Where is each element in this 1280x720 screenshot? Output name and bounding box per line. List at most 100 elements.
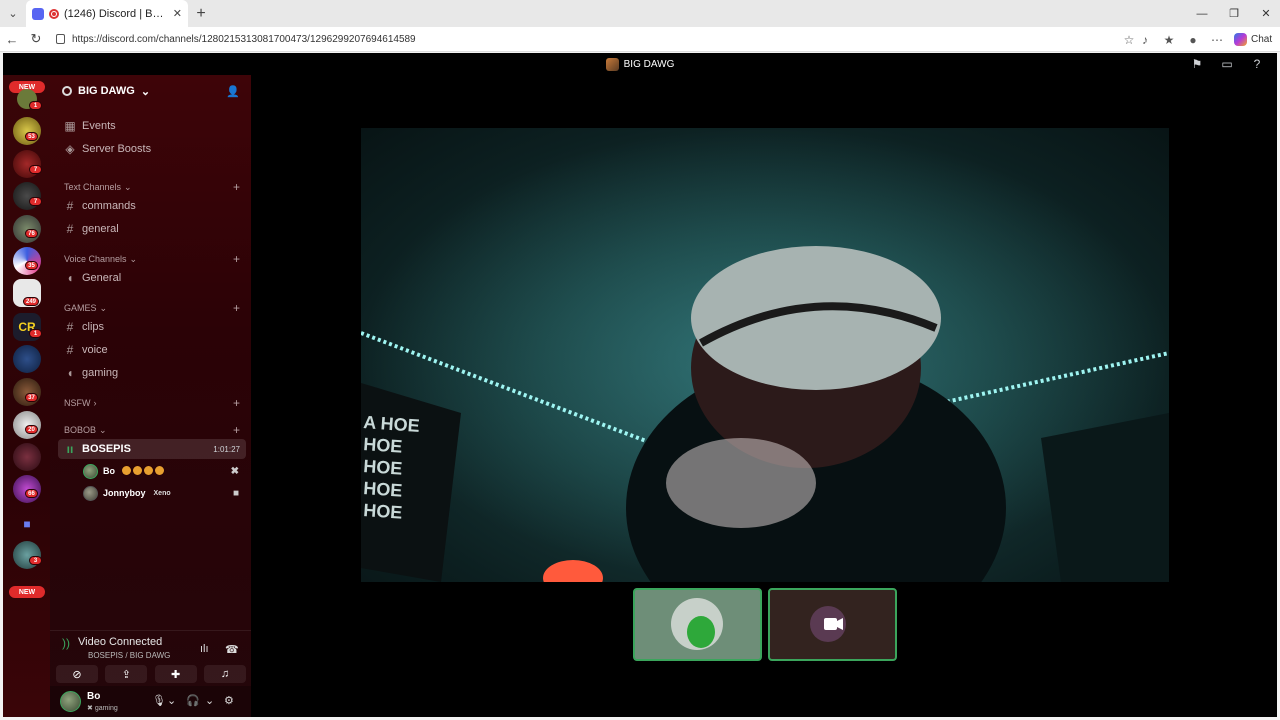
nav-label: Events: [82, 120, 116, 132]
activities-button[interactable]: ✚: [154, 665, 197, 683]
settings-gear-icon[interactable]: ⚙: [224, 694, 234, 707]
nav-server-boosts[interactable]: ◈ Server Boosts: [58, 139, 246, 159]
server-badge: 1: [29, 329, 42, 338]
server-badge: 1: [29, 101, 42, 110]
chevron-down-icon: ⌄: [99, 302, 108, 313]
reload-button[interactable]: ↻: [24, 27, 48, 52]
avatar: [83, 463, 98, 479]
close-tab-icon[interactable]: ✕: [173, 7, 182, 20]
server-name: BIG DAWG: [78, 85, 135, 97]
channel-voice[interactable]: # voice: [58, 340, 246, 360]
avatar[interactable]: [60, 691, 81, 712]
read-aloud-icon[interactable]: ♪: [1134, 27, 1156, 52]
video-stage: A HOE HOE HOE HOE HOE: [251, 75, 1277, 717]
flag-icon[interactable]: ⚑: [1189, 57, 1205, 71]
channel-label: general: [82, 223, 119, 235]
svg-text:HOE: HOE: [363, 500, 403, 523]
copilot-chat-button[interactable]: Chat: [1234, 27, 1272, 52]
chat-label: Chat: [1251, 34, 1273, 45]
avatar: [83, 485, 98, 501]
url-text: https://discord.com/channels/12802153130…: [72, 34, 416, 45]
chevron-down-icon[interactable]: ⌄: [167, 694, 176, 707]
user-panel: Bo ✖ gaming 🎙 ⌄ 🎧 ⌄ ⚙: [50, 686, 251, 717]
recording-icon: [49, 8, 59, 19]
microphone-icon[interactable]: 🎙: [152, 694, 166, 707]
screen-share-button[interactable]: ⇪: [105, 665, 148, 683]
server-header[interactable]: BIG DAWG ⌄: [50, 75, 251, 107]
category-voice-channels[interactable]: Voice Channels ⌄ +: [64, 252, 244, 266]
favorites-icon[interactable]: ★: [1158, 27, 1180, 52]
voice-connection-panel: )) Video Connected BOSEPIS / BIG DAWG ıl…: [50, 630, 251, 686]
add-channel-icon[interactable]: +: [233, 252, 240, 266]
inbox-icon[interactable]: ▭: [1219, 57, 1235, 71]
participant-tile[interactable]: [768, 588, 897, 661]
voice-actions: ⊘ ⇪ ✚ ♫: [56, 665, 246, 683]
voice-user[interactable]: Bo ✖: [83, 461, 245, 481]
soundboard-button[interactable]: ♫: [203, 665, 246, 683]
server-badge: 3: [29, 556, 42, 565]
disconnect-icon[interactable]: ☎: [225, 643, 239, 656]
voice-location[interactable]: BOSEPIS / BIG DAWG: [88, 651, 170, 660]
text-channel-icon: #: [66, 320, 74, 334]
channel-commands[interactable]: # commands: [58, 196, 246, 216]
signal-icon[interactable]: )): [62, 636, 70, 650]
server-avatar[interactable]: [13, 345, 41, 373]
user-tag: Xeno: [153, 489, 171, 497]
invite-people-icon[interactable]: 👤: [226, 85, 240, 98]
site-info-icon[interactable]: [56, 34, 65, 44]
category-text-channels[interactable]: Text Channels ⌄ +: [64, 180, 244, 194]
speaker-icon: ◖: [66, 271, 74, 285]
category-nsfw[interactable]: NSFW › +: [64, 396, 244, 410]
voice-status-text: Video Connected: [78, 636, 163, 648]
channel-label: General: [82, 272, 122, 284]
profile-icon[interactable]: ●: [1182, 27, 1204, 52]
channel-gaming[interactable]: ◖ gaming: [58, 363, 246, 383]
voice-status: )) Video Connected: [62, 636, 162, 650]
chevron-down-icon: ⌄: [124, 181, 132, 192]
maximize-button[interactable]: ❐: [1218, 0, 1250, 27]
camera-off-button[interactable]: ⊘: [56, 665, 98, 683]
nav-events[interactable]: ▦ Events: [58, 116, 246, 136]
camera-icon: ■: [232, 487, 239, 499]
channel-bosepis[interactable]: ıı BOSEPIS 1:01:27: [58, 439, 246, 459]
chevron-right-icon: ›: [93, 398, 97, 408]
help-icon[interactable]: ?: [1249, 57, 1265, 71]
server-badge: 66: [25, 489, 38, 498]
minimize-button[interactable]: —: [1186, 0, 1218, 27]
back-button[interactable]: ←: [0, 27, 24, 52]
category-bobob[interactable]: BOBOB ⌄ +: [64, 423, 244, 437]
url-field[interactable]: https://discord.com/channels/12802153130…: [50, 30, 1150, 49]
add-channel-icon[interactable]: +: [233, 423, 240, 437]
text-channel-icon: #: [66, 343, 74, 357]
speaker-icon: ◖: [66, 366, 74, 380]
add-channel-icon[interactable]: +: [233, 180, 240, 194]
category-games[interactable]: GAMES ⌄ +: [64, 301, 244, 315]
channel-general-voice[interactable]: ◖ General: [58, 268, 246, 288]
new-tab-button[interactable]: +: [188, 0, 214, 27]
noise-suppression-icon[interactable]: ılı: [200, 643, 209, 655]
username[interactable]: Bo: [87, 691, 100, 702]
server-avatar[interactable]: [13, 443, 41, 471]
voice-user[interactable]: Jonnyboy Xeno ■: [83, 483, 245, 503]
server-avatar[interactable]: [13, 378, 41, 406]
headphones-icon[interactable]: 🎧: [186, 694, 200, 707]
add-channel-icon[interactable]: +: [233, 396, 240, 410]
browser-tab[interactable]: (1246) Discord | BOSEPIS | BIG ✕: [26, 0, 188, 27]
more-menu-icon[interactable]: ⋯: [1206, 27, 1228, 52]
add-channel-icon[interactable]: +: [233, 301, 240, 315]
channel-general[interactable]: # general: [58, 219, 246, 239]
participant-tile[interactable]: [633, 588, 762, 661]
text-channel-icon: #: [66, 222, 74, 236]
close-window-button[interactable]: ✕: [1250, 0, 1280, 27]
server-badge: 7: [29, 165, 42, 174]
channel-clips[interactable]: # clips: [58, 317, 246, 337]
chevron-down-icon[interactable]: ⌄: [205, 694, 214, 707]
main-video-feed[interactable]: A HOE HOE HOE HOE HOE: [361, 128, 1169, 582]
new-pill: NEW: [9, 586, 45, 598]
server-badge: 20: [25, 425, 38, 434]
folder-icon[interactable]: ■: [13, 510, 41, 538]
server-avatar[interactable]: [13, 117, 41, 145]
webcam-image: A HOE HOE HOE HOE HOE: [361, 128, 1169, 582]
camera-icon: [824, 618, 844, 631]
tab-list-chevron-icon[interactable]: ⌄: [0, 0, 26, 27]
